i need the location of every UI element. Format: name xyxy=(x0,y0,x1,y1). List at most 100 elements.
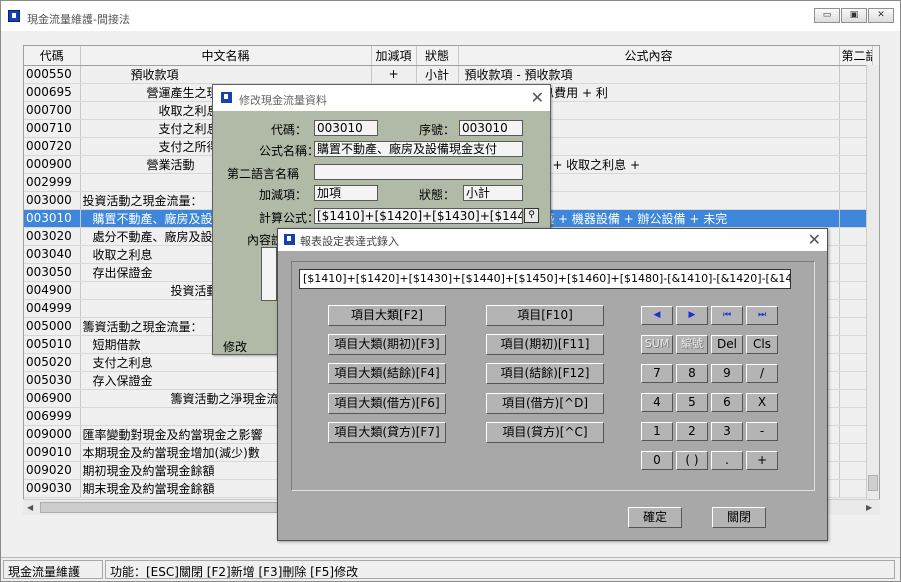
cursor-home-icon[interactable]: ⏮ xyxy=(711,306,743,325)
key-button[interactable]: . xyxy=(711,451,743,470)
cell-code: 000550 xyxy=(24,65,81,84)
col-header-code[interactable]: 代碼 xyxy=(24,46,81,66)
sign-label: 加減項： xyxy=(259,188,308,202)
cell-code: 000720 xyxy=(24,137,81,156)
key-button[interactable]: 7 xyxy=(641,364,673,383)
scroll-left-icon[interactable]: ◀ xyxy=(27,503,33,512)
key-button[interactable]: 8 xyxy=(676,364,708,383)
key-button[interactable]: 4 xyxy=(641,393,673,412)
lang2-field[interactable] xyxy=(314,164,523,180)
item-button-3[interactable]: 項目(借方)[^D] xyxy=(486,393,604,414)
edit-dialog-titlebar: 修改現金流量資料 ✕ xyxy=(213,85,550,111)
cell-code: 009030 xyxy=(24,479,81,498)
cell-code: 003040 xyxy=(24,245,81,264)
item-button-0[interactable]: 項目[F10] xyxy=(486,305,604,326)
minimize-button[interactable]: ▭ xyxy=(814,8,840,23)
table-row[interactable]: 000550 預收款項 + 小計 預收款項 - 預收款項 xyxy=(24,65,873,84)
cell-formula: 預收款項 - 預收款項 xyxy=(458,65,840,84)
vertical-scroll-thumb[interactable] xyxy=(868,475,878,491)
key-button[interactable]: ( ) xyxy=(676,451,708,470)
vertical-scrollbar[interactable] xyxy=(866,65,879,514)
cell-code: 009000 xyxy=(24,425,81,444)
formula-label: 計算公式： xyxy=(259,211,320,225)
code-label: 代碼： xyxy=(271,123,308,137)
app-icon xyxy=(8,10,20,22)
key-button[interactable]: 3 xyxy=(711,422,743,441)
close-button[interactable]: ✕ xyxy=(868,8,894,23)
col-header-name[interactable]: 中文名稱 xyxy=(80,46,372,66)
cell-status: 小計 xyxy=(416,65,459,84)
scroll-right-icon[interactable]: ▶ xyxy=(866,503,872,512)
name-field[interactable]: 購置不動產、廠房及設備現金支付 xyxy=(314,141,523,157)
dialog-app-icon xyxy=(221,92,232,103)
seq-label: 序號： xyxy=(419,123,456,137)
item-button-1[interactable]: 項目(期初)[F11] xyxy=(486,334,604,355)
category-button-4[interactable]: 項目大類(貸方)[F7] xyxy=(328,422,446,443)
edit-dialog-title: 修改現金流量資料 xyxy=(239,94,327,107)
key-button[interactable]: 2 xyxy=(676,422,708,441)
cell-code: 009020 xyxy=(24,461,81,480)
edit-dialog-close-icon[interactable]: ✕ xyxy=(531,88,544,107)
formula-field[interactable]: [$1410]+[$1420]+[$1430]+[$1440]+ xyxy=(314,208,523,224)
key-button[interactable]: 1 xyxy=(641,422,673,441)
key-button[interactable]: 9 xyxy=(711,364,743,383)
status-module: 現金流量維護 xyxy=(3,560,103,579)
col-header-sign[interactable]: 加減項 xyxy=(371,46,417,66)
dialog-app-icon xyxy=(284,234,295,245)
code-field[interactable]: 003010 xyxy=(314,120,378,136)
category-button-3[interactable]: 項目大類(借方)[F6] xyxy=(328,393,446,414)
key-button[interactable]: + xyxy=(746,451,778,470)
item-button-4[interactable]: 項目(貸方)[^C] xyxy=(486,422,604,443)
key-button[interactable]: - xyxy=(746,422,778,441)
cell-code: 009010 xyxy=(24,443,81,462)
formula-dialog-close-icon[interactable]: ✕ xyxy=(808,230,821,249)
content-field[interactable] xyxy=(261,247,277,301)
cell-code: 006900 xyxy=(24,389,81,408)
key-button[interactable]: X xyxy=(746,393,778,412)
maximize-button[interactable]: ▣ xyxy=(841,8,867,23)
seq-field[interactable]: 003010 xyxy=(459,120,523,136)
status-field[interactable]: 小計 xyxy=(463,185,523,201)
key-button[interactable]: / xyxy=(746,364,778,383)
close-dialog-button[interactable]: 關閉 xyxy=(712,507,766,528)
cursor-right-icon[interactable]: ▶ xyxy=(676,306,708,325)
category-button-1[interactable]: 項目大類(期初)[F3] xyxy=(328,334,446,355)
horizontal-scroll-thumb[interactable] xyxy=(40,502,287,513)
window-title: 現金流量維護-間接法 xyxy=(27,13,130,26)
code-button[interactable]: 編號 xyxy=(676,335,708,354)
col-header-lang2[interactable]: 第二語言 xyxy=(839,46,873,66)
confirm-button[interactable]: 確定 xyxy=(628,507,682,528)
cell-code: 006999 xyxy=(24,407,81,426)
cell-code: 004900 xyxy=(24,281,81,300)
expression-input[interactable]: [$1410]+[$1420]+[$1430]+[$1440]+[$1450]+… xyxy=(299,269,791,289)
key-button[interactable]: 5 xyxy=(676,393,708,412)
col-header-status[interactable]: 狀態 xyxy=(416,46,459,66)
item-button-2[interactable]: 項目(結餘)[F12] xyxy=(486,363,604,384)
cell-code: 003000 xyxy=(24,191,81,210)
cursor-left-icon[interactable]: ◀ xyxy=(641,306,673,325)
key-button[interactable]: 0 xyxy=(641,451,673,470)
formula-editor-icon[interactable]: ⚲ xyxy=(524,208,539,223)
lang2-label: 第二語言名稱 xyxy=(227,167,300,181)
sum-button[interactable]: SUM xyxy=(641,335,673,354)
cls-button[interactable]: Cls xyxy=(746,335,778,354)
cell-code: 005000 xyxy=(24,317,81,336)
category-button-0[interactable]: 項目大類[F2] xyxy=(328,305,446,326)
formula-dialog-title: 報表設定表達式錄入 xyxy=(300,235,399,248)
cell-code: 005030 xyxy=(24,371,81,390)
category-button-2[interactable]: 項目大類(結餘)[F4] xyxy=(328,363,446,384)
title-bar: 現金流量維護-間接法 ▭ ▣ ✕ xyxy=(1,1,900,31)
key-button[interactable]: 6 xyxy=(711,393,743,412)
cell-code: 005020 xyxy=(24,353,81,372)
col-header-formula[interactable]: 公式內容 xyxy=(458,46,840,66)
status-hotkeys: 功能：[ESC]關閉 [F2]新增 [F3]刪除 [F5]修改 xyxy=(105,560,895,579)
formula-entry-dialog: 報表設定表達式錄入 ✕ [$1410]+[$1420]+[$1430]+[$14… xyxy=(277,228,828,541)
del-button[interactable]: Del xyxy=(711,335,743,354)
sign-field[interactable]: 加項 xyxy=(314,185,378,201)
cell-code: 000695 xyxy=(24,83,81,102)
grid-header-row: 代碼 中文名稱 加減項 狀態 公式內容 第二語言 xyxy=(24,46,873,66)
cursor-end-icon[interactable]: ⏭ xyxy=(746,306,778,325)
cell-code: 003010 xyxy=(24,209,81,228)
edit-mode-label: 修改 xyxy=(223,340,248,354)
status-bar: 現金流量維護 功能：[ESC]關閉 [F2]新增 [F3]刪除 [F5]修改 xyxy=(1,557,900,581)
